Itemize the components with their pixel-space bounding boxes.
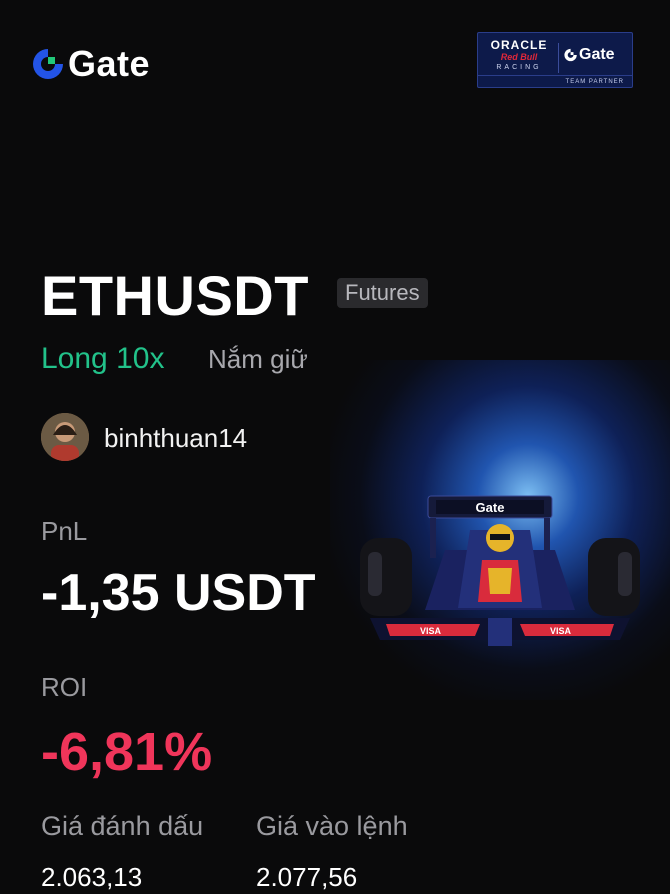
avatar-image-icon — [41, 413, 89, 461]
pnl-label: PnL — [41, 516, 88, 546]
username: binhthuan14 — [104, 423, 248, 453]
position-side-leverage: Long 10x — [41, 342, 165, 375]
market-type-badge: Futures — [337, 278, 428, 308]
entry-price-value: 2.077,56 — [256, 862, 358, 892]
pnl-value: -1,35 USDT — [41, 564, 316, 622]
svg-text:VISA: VISA — [550, 626, 572, 636]
partner-divider — [558, 43, 559, 73]
partner-gate-logo: Gate — [564, 46, 615, 64]
team-partner-badge: ORACLE Red Bull RACING Gate TEAM PARTNER — [477, 32, 633, 88]
entry-price-label: Giá vào lệnh — [256, 811, 408, 841]
user-avatar — [41, 413, 89, 461]
position-status: Nắm giữ — [208, 344, 308, 374]
gate-logo-icon — [33, 49, 64, 79]
gate-logo-icon — [564, 48, 578, 62]
roi-label: ROI — [41, 672, 88, 702]
gate-logo: Gate — [32, 44, 150, 84]
race-car-illustration: Gate VISA VISA — [360, 495, 640, 646]
oracle-text: ORACLE — [490, 38, 548, 52]
mark-price-label: Giá đánh dấu — [41, 811, 204, 841]
logo-text: Gate — [68, 43, 151, 84]
trading-pair: ETHUSDT — [41, 264, 309, 327]
svg-text:VISA: VISA — [420, 626, 442, 636]
racing-text: RACING — [496, 64, 542, 71]
svg-text:Gate: Gate — [476, 500, 505, 515]
partner-gate-text: Gate — [579, 46, 615, 63]
roi-value: -6,81% — [41, 722, 213, 782]
mark-price-value: 2.063,13 — [41, 862, 143, 892]
redbull-text: Red Bull — [500, 52, 538, 62]
team-partner-label: TEAM PARTNER — [478, 75, 632, 87]
